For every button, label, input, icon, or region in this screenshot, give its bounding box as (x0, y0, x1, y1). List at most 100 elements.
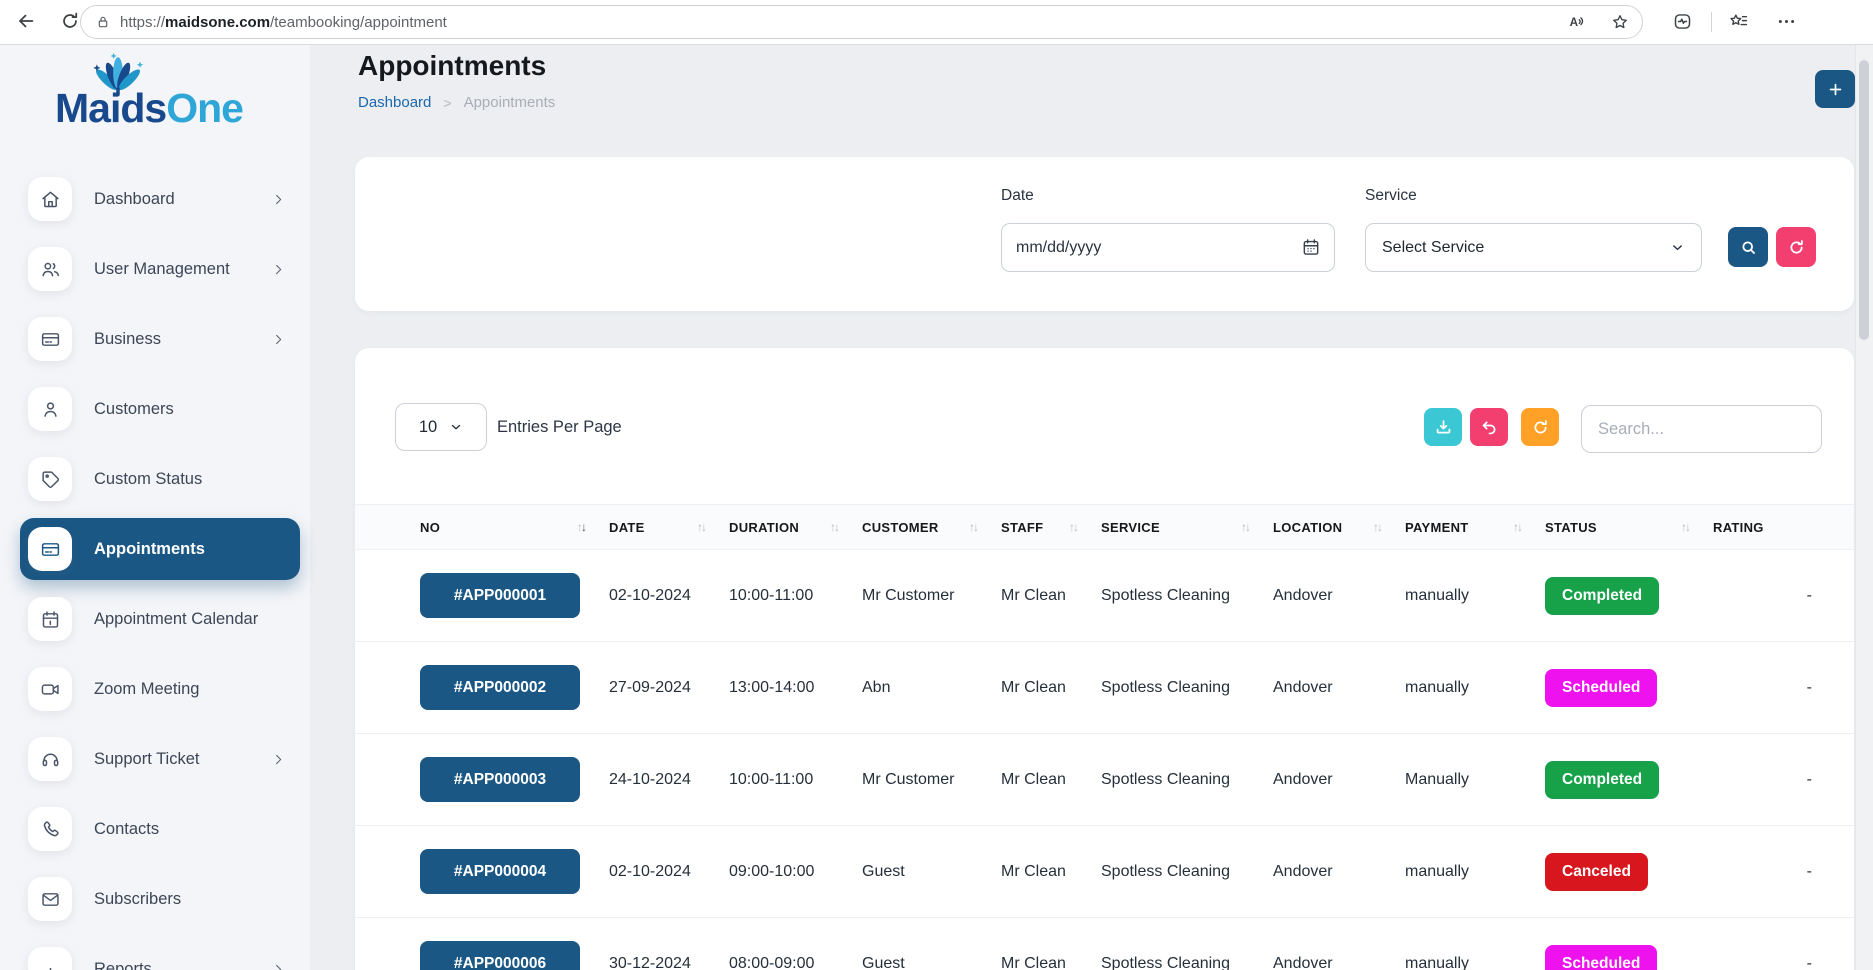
sidebar-item-appointments[interactable]: Appointments (20, 518, 300, 580)
cell-service: Spotless Cleaning (1101, 771, 1273, 789)
cell-status: Completed (1545, 577, 1713, 615)
sidebar-item-label: Support Ticket (94, 750, 199, 769)
favorite-star-icon (1610, 12, 1630, 32)
credit-card-icon (28, 317, 72, 361)
lock-icon (95, 14, 111, 30)
sidebar-item-label: Subscribers (94, 890, 181, 909)
refresh-table-button[interactable] (1521, 408, 1559, 446)
column-label: STATUS (1545, 520, 1597, 535)
appointment-id-badge[interactable]: #APP000003 (420, 757, 580, 802)
cell-status: Canceled (1545, 853, 1713, 891)
address-bar[interactable]: https://maidsone.com/teambooking/appoint… (80, 5, 1643, 39)
cell-location: Andover (1273, 955, 1405, 970)
cell-customer: Guest (862, 863, 1001, 881)
sidebar-item-appointment-calendar[interactable]: Appointment Calendar (0, 588, 310, 650)
headset-icon (28, 737, 72, 781)
more-menu-button[interactable] (1776, 11, 1797, 35)
column-header-no[interactable]: NO↑↓ (420, 520, 609, 535)
appointment-id-badge[interactable]: #APP000002 (420, 665, 580, 710)
cell-payment: manually (1405, 679, 1545, 697)
cell-date: 24-10-2024 (609, 771, 729, 789)
column-label: STAFF (1001, 520, 1043, 535)
users-icon (28, 247, 72, 291)
search-input-field[interactable] (1582, 420, 1821, 439)
cell-duration: 10:00-11:00 (729, 771, 862, 789)
table-row: #APP00000630-12-202408:00-09:00GuestMr C… (355, 918, 1854, 970)
entries-per-page-select[interactable]: 10 (395, 403, 487, 451)
magnifier-icon (1739, 238, 1758, 257)
export-download-button[interactable] (1424, 408, 1462, 446)
sidebar-item-label: User Management (94, 260, 230, 279)
column-label: PAYMENT (1405, 520, 1469, 535)
cell-no: #APP000006 (420, 941, 609, 970)
favorites-button[interactable] (1728, 11, 1749, 35)
sidebar-item-label: Business (94, 330, 161, 349)
column-header-customer[interactable]: CUSTOMER↑↓ (862, 520, 1001, 535)
column-header-payment[interactable]: PAYMENT↑↓ (1405, 520, 1545, 535)
cell-payment: Manually (1405, 771, 1545, 789)
cell-date: 30-12-2024 (609, 955, 729, 970)
undo-button[interactable] (1470, 408, 1508, 446)
phone-icon (28, 807, 72, 851)
download-icon (1434, 418, 1453, 437)
breadcrumb-dashboard-link[interactable]: Dashboard (358, 94, 431, 111)
column-header-status[interactable]: STATUS↑↓ (1545, 520, 1713, 535)
column-header-staff[interactable]: STAFF ↑↓ (1001, 520, 1101, 535)
column-label: DURATION (729, 520, 799, 535)
table-search-input[interactable] (1581, 405, 1822, 453)
url-text: https://maidsone.com/teambooking/appoint… (120, 14, 447, 31)
chevron-right-icon (271, 962, 286, 970)
column-header-date[interactable]: DATE↑↓ (609, 520, 729, 535)
sidebar-item-support-ticket[interactable]: Support Ticket (0, 728, 310, 790)
sidebar-item-dashboard[interactable]: Dashboard (0, 168, 310, 230)
page-scrollbar[interactable] (1855, 44, 1873, 970)
sidebar-item-customers[interactable]: Customers (0, 378, 310, 440)
column-header-service[interactable]: SERVICE↑↓ (1101, 520, 1273, 535)
table-body: #APP00000102-10-202410:00-11:00Mr Custom… (355, 550, 1854, 970)
cell-duration: 08:00-09:00 (729, 955, 862, 970)
sidebar-item-zoom-meeting[interactable]: Zoom Meeting (0, 658, 310, 720)
cell-date: 27-09-2024 (609, 679, 729, 697)
sidebar-item-custom-status[interactable]: Custom Status (0, 448, 310, 510)
cell-no: #APP000002 (420, 665, 609, 710)
column-header-location[interactable]: LOCATION↑↓ (1273, 520, 1405, 535)
browser-essentials-button[interactable] (1672, 11, 1693, 35)
cell-location: Andover (1273, 771, 1405, 789)
date-filter-input[interactable] (1001, 223, 1335, 272)
reload-button[interactable] (58, 10, 82, 34)
favorite-star-button[interactable] (1610, 12, 1630, 32)
sort-arrows-icon: ↑↓ (1069, 521, 1079, 533)
sort-arrows-icon: ↑↓ (577, 521, 587, 533)
sidebar-item-subscribers[interactable]: Subscribers (0, 868, 310, 930)
filter-reset-button[interactable] (1776, 227, 1816, 267)
appointment-id-badge[interactable]: #APP000004 (420, 849, 580, 894)
filter-search-button[interactable] (1728, 227, 1768, 267)
sidebar-item-reports[interactable]: Reports (0, 938, 310, 970)
appointment-id-badge[interactable]: #APP000006 (420, 941, 580, 970)
sidebar-item-user-management[interactable]: User Management (0, 238, 310, 300)
more-dots-icon (1776, 11, 1797, 32)
sidebar-item-label: Zoom Meeting (94, 680, 199, 699)
table-row: #APP00000102-10-202410:00-11:00Mr Custom… (355, 550, 1854, 642)
column-header-duration[interactable]: DURATION↑↓ (729, 520, 862, 535)
date-input-field[interactable] (1002, 239, 1334, 257)
sidebar-item-contacts[interactable]: Contacts (0, 798, 310, 860)
cell-duration: 09:00-10:00 (729, 863, 862, 881)
chevron-down-icon (449, 420, 463, 434)
sidebar-item-business[interactable]: Business (0, 308, 310, 370)
cell-staff: Mr Clean (1001, 863, 1101, 881)
cell-no: #APP000003 (420, 757, 609, 802)
entries-per-page-label: Entries Per Page (497, 403, 622, 451)
cell-service: Spotless Cleaning (1101, 587, 1273, 605)
cell-duration: 13:00-14:00 (729, 679, 862, 697)
appointment-id-badge[interactable]: #APP000001 (420, 573, 580, 618)
app-screen: https://maidsone.com/teambooking/appoint… (0, 0, 1873, 970)
add-appointment-button[interactable] (1815, 70, 1855, 108)
read-aloud-button[interactable]: A (1568, 12, 1588, 32)
back-button[interactable] (14, 10, 38, 34)
scrollbar-thumb[interactable] (1859, 60, 1869, 340)
cell-payment: manually (1405, 955, 1545, 970)
service-filter-select[interactable]: Select Service (1365, 223, 1702, 272)
favorites-list-icon (1728, 11, 1749, 32)
chevron-right-icon (271, 262, 286, 277)
